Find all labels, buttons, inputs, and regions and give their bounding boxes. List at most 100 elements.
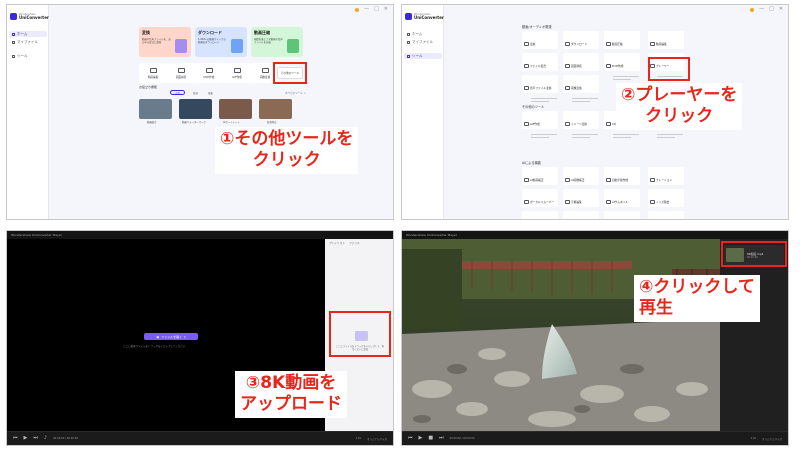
sidebar-item-tools[interactable]: ツール [404, 53, 442, 59]
close-icon[interactable]: ✕ [384, 7, 388, 12]
tab-file[interactable]: ファイル [349, 241, 360, 245]
size-mode[interactable]: オリジナルサイズ [762, 437, 782, 441]
tool-card[interactable]: ボーカルリムーバー [522, 189, 558, 216]
volume-icon[interactable]: ♪ [44, 436, 47, 441]
tool-card[interactable]: DVD作成 [604, 53, 640, 80]
feature-caption: 背景除去 [267, 121, 277, 124]
minimize-icon[interactable]: — [759, 7, 764, 12]
notification-icon[interactable] [750, 7, 755, 12]
tool-card[interactable]: ダウンロード [563, 31, 599, 58]
tool-icon [565, 85, 570, 90]
tool-screen-record[interactable]: 画面録画 [167, 63, 195, 83]
feature-caption: 動画結合 [147, 121, 157, 124]
previous-icon[interactable]: ⏮ [408, 436, 413, 441]
play-icon[interactable]: ▶ [24, 436, 28, 441]
play-icon[interactable]: ▶ [419, 436, 423, 441]
tool-icon [524, 121, 529, 126]
folder-icon: ▣ [156, 334, 160, 339]
next-icon[interactable]: ⏭ [33, 436, 38, 441]
tool-card[interactable]: ファイル結合 [522, 53, 558, 80]
feature-thumb[interactable] [259, 99, 292, 119]
feature-thumb[interactable] [139, 99, 172, 119]
feature-thumb[interactable] [219, 99, 252, 119]
tool-icon [565, 63, 570, 68]
close-icon[interactable]: ✕ [779, 7, 783, 12]
tool-card[interactable]: AI動画補正 [522, 167, 558, 194]
tool-icon [565, 199, 570, 204]
tool-card[interactable]: ウォーターマーク [648, 211, 684, 219]
next-icon[interactable]: ⏭ [439, 436, 444, 441]
sidebar-item-home[interactable]: ホーム [9, 31, 47, 37]
tool-card[interactable]: ノイズ除去 [648, 189, 684, 216]
stop-icon[interactable]: ■ [428, 436, 433, 441]
scissors-icon [149, 67, 157, 73]
highlight-more-tools [273, 62, 307, 84]
tool-card[interactable]: 動画圧縮 [604, 31, 640, 58]
speed-readout[interactable]: 1.0x [356, 437, 361, 440]
callout-step4: ④クリックして 再生 [634, 275, 760, 322]
panel-tools: — □ ✕ Wondershare UniConverter ホーム マイファイル… [401, 4, 789, 220]
tool-card[interactable]: 字幕編集 [563, 189, 599, 216]
tool-card-label: 動画圧縮 [612, 41, 623, 46]
banner-download[interactable]: ダウンロード 1,000+の動画サイトから動画をダウンロード [195, 27, 247, 57]
sidebar-item-myfiles[interactable]: マイファイル [9, 39, 47, 45]
gif-icon [233, 67, 241, 73]
minimize-icon[interactable]: — [364, 7, 369, 12]
tool-video-edit[interactable]: 動画編集 [139, 63, 167, 83]
banner-convert[interactable]: 変換 動画や音声ファイルを、あらゆる形式に変換 [139, 27, 191, 57]
tool-card[interactable]: 音声ファイル変換 [522, 75, 558, 102]
player-title: Wondershare UniConverter Player [11, 233, 62, 237]
tool-card[interactable]: テキストから [604, 211, 640, 219]
tool-card-label: 動画編集 [656, 41, 667, 46]
title-bar: — □ ✕ [402, 5, 788, 14]
previous-icon[interactable]: ⏮ [13, 436, 18, 441]
tool-icon [565, 121, 570, 126]
sidebar-item-myfiles[interactable]: マイファイル [404, 39, 442, 45]
chip-edit[interactable]: 編集 [204, 90, 217, 95]
chip-convert[interactable]: 変換 [189, 90, 202, 95]
speed-readout[interactable]: 1.0x [751, 437, 756, 440]
tools-icon [407, 54, 410, 58]
tool-dvd[interactable]: DVD作成 [195, 63, 223, 83]
all-tools-link[interactable]: すべてのツール > [285, 91, 306, 95]
monitor-icon [177, 67, 185, 73]
tool-card[interactable]: 自動字幕作成 [604, 167, 640, 194]
tool-gif[interactable]: GIF作成 [223, 63, 251, 83]
callout-step1: ①その他ツールを クリック [215, 127, 359, 174]
tool-card-label: ファイル結合 [530, 63, 547, 68]
tool-card[interactable]: 画像変換 [563, 75, 599, 102]
tools-icon [12, 54, 15, 58]
tool-card[interactable]: AI画像補正 [563, 167, 599, 194]
tool-card[interactable]: GIF作成 [522, 111, 558, 138]
feature-thumb[interactable] [179, 99, 212, 119]
tool-card[interactable]: AIサムネイル [604, 189, 640, 216]
chip-popular[interactable]: 人気 [170, 90, 186, 95]
open-file-button[interactable]: ▣ ファイルを開く ▾ [144, 333, 198, 340]
video-frame[interactable] [402, 239, 720, 431]
tab-playlist[interactable]: プレイリスト [329, 241, 345, 245]
tool-icon [524, 41, 529, 46]
notification-icon[interactable] [355, 7, 360, 12]
banner-compress[interactable]: 動画圧縮 画質を落とさず動画や音声ファイルを圧縮 [251, 27, 303, 57]
tool-card[interactable]: AI要約 [563, 211, 599, 219]
tool-card[interactable]: 動画編集 [648, 31, 684, 58]
sidebar-item-home[interactable]: ホーム [404, 31, 442, 37]
folder-icon [12, 40, 15, 44]
tool-icon [606, 199, 611, 204]
tool-card-label: ナレーション [656, 177, 673, 182]
group-title-other: その他のツール [522, 105, 545, 109]
tool-icon [606, 177, 611, 182]
tool-card[interactable]: ナレーション [648, 167, 684, 194]
tool-card-label: AI動画補正 [530, 177, 544, 182]
size-mode[interactable]: オリジナルサイズ [367, 437, 387, 441]
tool-card[interactable]: 音声から [522, 211, 558, 219]
tool-card[interactable]: 画面録画 [563, 53, 599, 80]
player-title-bar: Wondershare UniConverter Player [402, 231, 788, 239]
tool-card-label: ノイズ除去 [656, 199, 670, 204]
maximize-icon[interactable]: □ [769, 7, 774, 12]
maximize-icon[interactable]: □ [374, 7, 379, 12]
tool-card[interactable]: イメージ変換 [563, 111, 599, 138]
sidebar-item-tools[interactable]: ツール [9, 53, 47, 59]
tool-card[interactable]: 変換 [522, 31, 558, 58]
tool-icon [524, 199, 529, 204]
